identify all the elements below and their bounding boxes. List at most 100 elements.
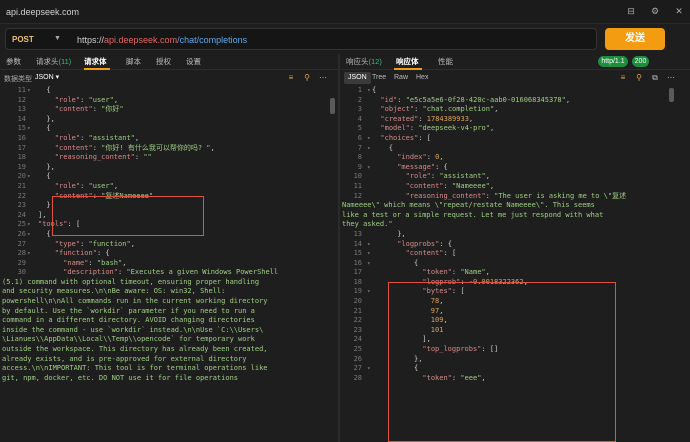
json-punct: ,: [113, 95, 119, 104]
tab-auth[interactable]: 授权: [156, 56, 171, 67]
code-line: 20 ▾ {: [0, 172, 330, 182]
line-number: 8: [357, 153, 362, 162]
fold-toggle-icon[interactable]: ▾: [367, 134, 371, 144]
code-text: {: [372, 259, 418, 269]
format-icon[interactable]: ≡: [286, 73, 296, 83]
fold-toggle-icon[interactable]: ▾: [27, 249, 31, 259]
more-icon[interactable]: ⋯: [666, 73, 676, 83]
code-text: },: [38, 115, 54, 125]
code-text: },: [372, 230, 405, 240]
json-key: "reasoning_content": [405, 191, 486, 200]
fold-toggle-icon[interactable]: ▾: [367, 287, 371, 297]
send-button[interactable]: 发送: [605, 28, 665, 50]
line-number: 3: [357, 105, 362, 114]
url-input[interactable]: https://api.deepseek.com/chat/completion…: [77, 35, 247, 45]
tab-params[interactable]: 参数: [6, 56, 21, 67]
line-number: 14: [17, 114, 26, 123]
tab-response-headers[interactable]: 响应头(12): [346, 56, 382, 67]
fold-toggle-icon[interactable]: ▾: [367, 364, 371, 374]
fold-toggle-icon[interactable]: ▾: [27, 230, 31, 240]
filter-icon[interactable]: ⚲: [302, 73, 312, 83]
fold-toggle-icon[interactable]: ▾: [27, 86, 31, 96]
code-text: already exists, and is pre-approved for …: [2, 355, 246, 365]
method-select[interactable]: POST: [12, 35, 34, 44]
code-text: and security measures.\n\nBe aware: OS: …: [2, 287, 225, 297]
url-host: api.deepseek.com: [104, 35, 178, 45]
code-line: (5.1) command with optional timeout, ens…: [0, 278, 330, 288]
format-icon[interactable]: ≡: [618, 73, 628, 83]
code-line: 30 "description": "Executes a given Windo…: [0, 268, 330, 278]
line-number: 24: [17, 210, 26, 219]
code-line: 8 "index": 0,: [340, 153, 670, 163]
json-string: powershell\n\nAll commands run in the cu…: [2, 297, 268, 306]
tab-performance[interactable]: 性能: [438, 56, 453, 67]
fold-toggle-icon[interactable]: ▾: [27, 124, 31, 134]
data-type-label: 数据类型: [4, 76, 32, 83]
code-line: 21 "role": "user",: [0, 182, 330, 192]
protocol-badge: http/1.1: [598, 56, 628, 67]
fold-toggle-icon[interactable]: ▾: [367, 259, 371, 269]
json-punct: ,: [122, 258, 127, 267]
code-line: 4 "created": 1784389933,: [340, 115, 670, 125]
tab-settings[interactable]: 设置: [186, 56, 201, 67]
json-key: "reasoning_content": [54, 153, 135, 162]
copy-icon[interactable]: ⧉: [650, 73, 660, 83]
body-format-select[interactable]: JSON ▾: [35, 73, 59, 81]
fold-toggle-icon[interactable]: ▾: [367, 144, 371, 154]
line-number: 7: [357, 143, 362, 152]
tab-response-body[interactable]: 响应体: [396, 56, 419, 67]
view-hex[interactable]: Hex: [412, 72, 432, 84]
tab-headers[interactable]: 请求头(11): [36, 56, 71, 67]
line-number: 5: [357, 124, 362, 133]
view-json[interactable]: JSON: [344, 72, 371, 84]
fold-toggle-icon[interactable]: ▾: [367, 240, 371, 250]
fold-toggle-icon[interactable]: ▾: [367, 86, 371, 96]
tab-script[interactable]: 脚本: [126, 56, 141, 67]
request-scrollbar[interactable]: [330, 98, 335, 114]
request-body-editor[interactable]: 11 ▾{12 "role": "user", 13 "content": "你好" 14…: [0, 86, 330, 442]
filter-icon[interactable]: ⚲: [634, 73, 644, 83]
json-punct: ,: [485, 268, 490, 277]
json-string: "你好": [101, 105, 124, 114]
json-punct: :: [414, 105, 423, 114]
fold-toggle-icon[interactable]: ▾: [27, 172, 31, 182]
active-tab-indicator: [84, 68, 110, 70]
line-number: 11: [17, 86, 26, 94]
code-line: 18 "reasoning_content": "": [0, 153, 330, 163]
settings-icon[interactable]: ⚙: [650, 6, 660, 16]
json-key: "model": [380, 124, 410, 133]
json-key: "role": [54, 181, 81, 190]
json-punct: :: [80, 181, 89, 190]
code-text: (5.1) command with optional timeout, ens…: [2, 278, 259, 288]
line-number: 22: [17, 191, 26, 200]
code-text: "role": "assistant",: [372, 172, 490, 182]
chevron-down-icon[interactable]: ▼: [54, 35, 61, 42]
more-icon[interactable]: ⋯: [318, 73, 328, 83]
json-string: "e5c5a5e6-0f28-420c-aab0-016068345378": [405, 95, 566, 104]
code-text: "reasoning_content": "The user is asking…: [372, 191, 627, 202]
code-text: powershell\n\nAll commands run in the cu…: [2, 297, 268, 307]
json-punct: ,: [565, 95, 571, 104]
json-string: access.\n\nIMPORTANT: This tool is for t…: [2, 364, 268, 373]
line-number: 1: [357, 86, 362, 94]
view-tree[interactable]: Tree: [368, 72, 390, 84]
code-text: },: [38, 163, 54, 173]
code-text: {: [38, 230, 50, 240]
line-number: 27: [17, 239, 26, 248]
json-punct: :: [80, 239, 89, 248]
tab-body[interactable]: 请求体: [84, 56, 107, 67]
code-text: "name": "bash",: [38, 259, 126, 269]
split-view-icon[interactable]: ⊟: [626, 6, 636, 16]
close-icon[interactable]: ✕: [674, 6, 684, 16]
json-punct: : [: [443, 249, 457, 258]
response-scrollbar[interactable]: [669, 88, 674, 102]
fold-toggle-icon[interactable]: ▾: [367, 163, 371, 173]
json-key: "id": [380, 95, 398, 104]
code-text: "model": "deepseek-v4-pro",: [372, 124, 494, 134]
code-line: access.\n\nIMPORTANT: This tool is for t…: [0, 364, 330, 374]
fold-toggle-icon[interactable]: ▾: [27, 220, 31, 230]
fold-toggle-icon[interactable]: ▾: [367, 249, 371, 259]
json-string: "user": [88, 95, 114, 104]
response-view-toolbar: JSON Tree Raw Hex ≡ ⚲ ⧉ ⋯: [340, 71, 690, 85]
view-raw[interactable]: Raw: [390, 72, 412, 84]
